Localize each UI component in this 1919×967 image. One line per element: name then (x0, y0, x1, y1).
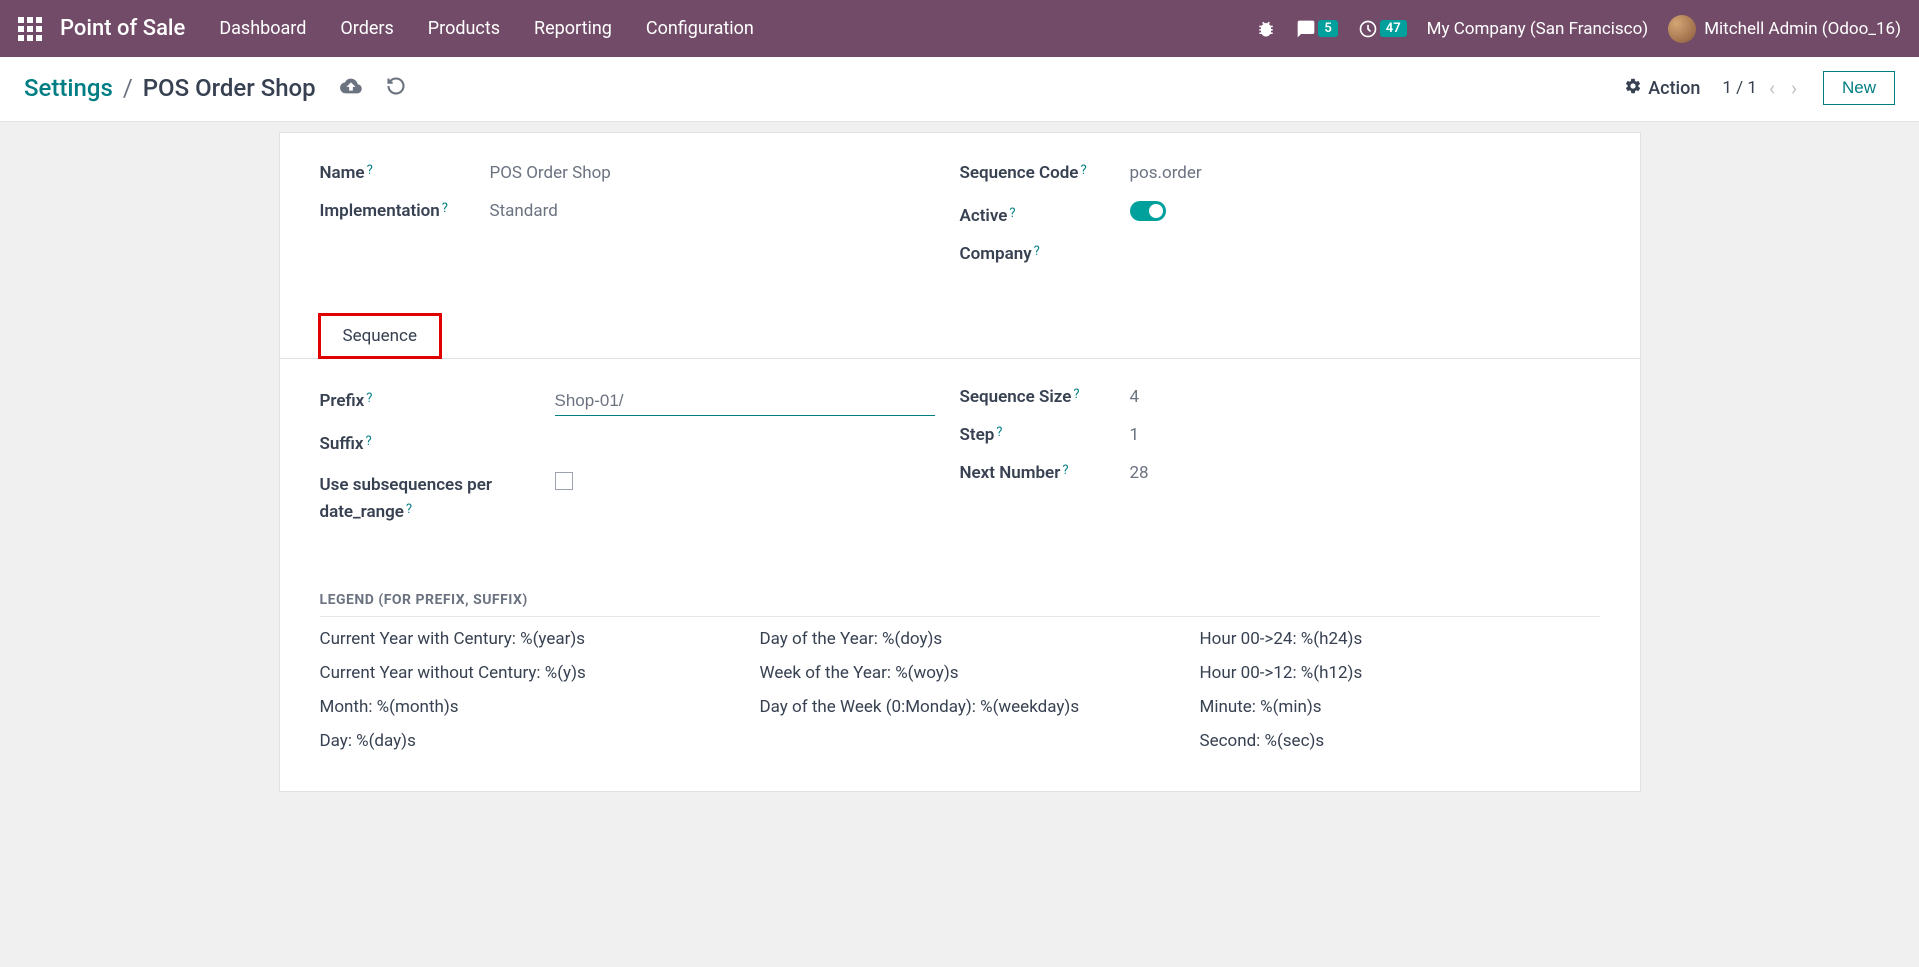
cloud-save-icon[interactable] (340, 75, 362, 102)
action-menu-button[interactable]: Action (1624, 77, 1700, 100)
action-label: Action (1648, 78, 1700, 99)
company-label: Company? (960, 244, 1130, 264)
help-icon[interactable]: ? (1009, 206, 1015, 221)
control-panel: Settings / POS Order Shop Action 1 / 1 ‹… (0, 57, 1919, 122)
pager-prev-icon[interactable]: ‹ (1765, 76, 1779, 100)
apps-icon[interactable] (18, 17, 42, 41)
nav-products[interactable]: Products (428, 18, 500, 39)
sequence-code-value[interactable]: pos.order (1130, 163, 1600, 183)
name-value[interactable]: POS Order Shop (490, 163, 960, 183)
subsequences-label: Use subsequences per date_range? (320, 472, 555, 526)
user-menu[interactable]: Mitchell Admin (Odoo_16) (1668, 15, 1901, 43)
gear-icon (1624, 77, 1642, 100)
breadcrumb: Settings / POS Order Shop (24, 74, 406, 102)
help-icon[interactable]: ? (1062, 463, 1068, 478)
control-actions: Action 1 / 1 ‹ › New (1624, 71, 1895, 105)
activity-icon[interactable]: 47 (1358, 19, 1407, 39)
help-icon[interactable]: ? (1073, 387, 1079, 402)
new-button[interactable]: New (1823, 71, 1895, 105)
sequence-size-label: Sequence Size? (960, 387, 1130, 407)
help-icon[interactable]: ? (1080, 163, 1086, 178)
discard-icon[interactable] (386, 76, 406, 101)
messages-badge: 5 (1318, 20, 1337, 37)
avatar (1668, 15, 1696, 43)
suffix-label: Suffix? (320, 434, 555, 454)
main-navbar: Point of Sale Dashboard Orders Products … (0, 0, 1919, 57)
nav-dashboard[interactable]: Dashboard (219, 18, 306, 39)
messages-icon[interactable]: 5 (1296, 19, 1337, 39)
activity-badge: 47 (1380, 20, 1407, 37)
active-label: Active? (960, 206, 1130, 226)
user-name: Mitchell Admin (Odoo_16) (1704, 19, 1901, 39)
navbar-right: 5 47 My Company (San Francisco) Mitchell… (1256, 15, 1901, 43)
pager-next-icon[interactable]: › (1787, 76, 1801, 100)
legend-item: Day of the Year: %(doy)s (760, 629, 1160, 649)
legend-item (760, 731, 1160, 751)
help-icon[interactable]: ? (365, 434, 371, 449)
legend-title: LEGEND (FOR PREFIX, SUFFIX) (320, 592, 1600, 617)
subsequences-checkbox[interactable] (555, 472, 573, 490)
pager-value[interactable]: 1 / 1 (1722, 78, 1757, 98)
next-number-label: Next Number? (960, 463, 1130, 483)
legend-item: Minute: %(min)s (1200, 697, 1600, 717)
legend-item: Day: %(day)s (320, 731, 720, 751)
next-number-value[interactable]: 28 (1130, 463, 1600, 483)
legend-item: Month: %(month)s (320, 697, 720, 717)
pager: 1 / 1 ‹ › (1722, 76, 1801, 100)
content-scroll[interactable]: Name? POS Order Shop Implementation? Sta… (0, 122, 1919, 967)
nav-orders[interactable]: Orders (340, 18, 393, 39)
implementation-label: Implementation? (320, 201, 490, 221)
legend-item: Second: %(sec)s (1200, 731, 1600, 751)
form-sheet: Name? POS Order Shop Implementation? Sta… (279, 132, 1641, 792)
breadcrumb-parent[interactable]: Settings (24, 74, 113, 102)
legend-item: Hour 00->24: %(h24)s (1200, 629, 1600, 649)
legend-item: Day of the Week (0:Monday): %(weekday)s (760, 697, 1160, 717)
legend-item: Hour 00->12: %(h12)s (1200, 663, 1600, 683)
breadcrumb-current: POS Order Shop (143, 74, 316, 102)
legend-item: Week of the Year: %(woy)s (760, 663, 1160, 683)
help-icon[interactable]: ? (442, 201, 448, 216)
sequence-size-value[interactable]: 4 (1130, 387, 1600, 407)
legend-item: Current Year without Century: %(y)s (320, 663, 720, 683)
debug-icon[interactable] (1256, 19, 1276, 39)
legend-item: Current Year with Century: %(year)s (320, 629, 720, 649)
notebook-tabs: Sequence (280, 312, 1640, 359)
help-icon[interactable]: ? (366, 391, 372, 406)
tab-sequence[interactable]: Sequence (318, 313, 442, 359)
step-label: Step? (960, 425, 1130, 445)
help-icon[interactable]: ? (367, 163, 373, 178)
nav-configuration[interactable]: Configuration (646, 18, 754, 39)
step-value[interactable]: 1 (1130, 425, 1600, 445)
prefix-input[interactable] (555, 387, 935, 416)
prefix-label: Prefix? (320, 391, 555, 411)
company-selector[interactable]: My Company (San Francisco) (1427, 19, 1649, 39)
help-icon[interactable]: ? (1034, 244, 1040, 259)
active-toggle[interactable] (1130, 201, 1166, 221)
implementation-value[interactable]: Standard (490, 201, 960, 221)
legend-grid: Current Year with Century: %(year)s Day … (320, 629, 1600, 751)
nav-reporting[interactable]: Reporting (534, 18, 612, 39)
sequence-code-label: Sequence Code? (960, 163, 1130, 183)
help-icon[interactable]: ? (996, 425, 1002, 440)
breadcrumb-separator: / (123, 74, 133, 102)
nav-menu: Dashboard Orders Products Reporting Conf… (219, 18, 754, 39)
name-label: Name? (320, 163, 490, 183)
app-brand[interactable]: Point of Sale (60, 16, 185, 41)
help-icon[interactable]: ? (406, 502, 412, 517)
